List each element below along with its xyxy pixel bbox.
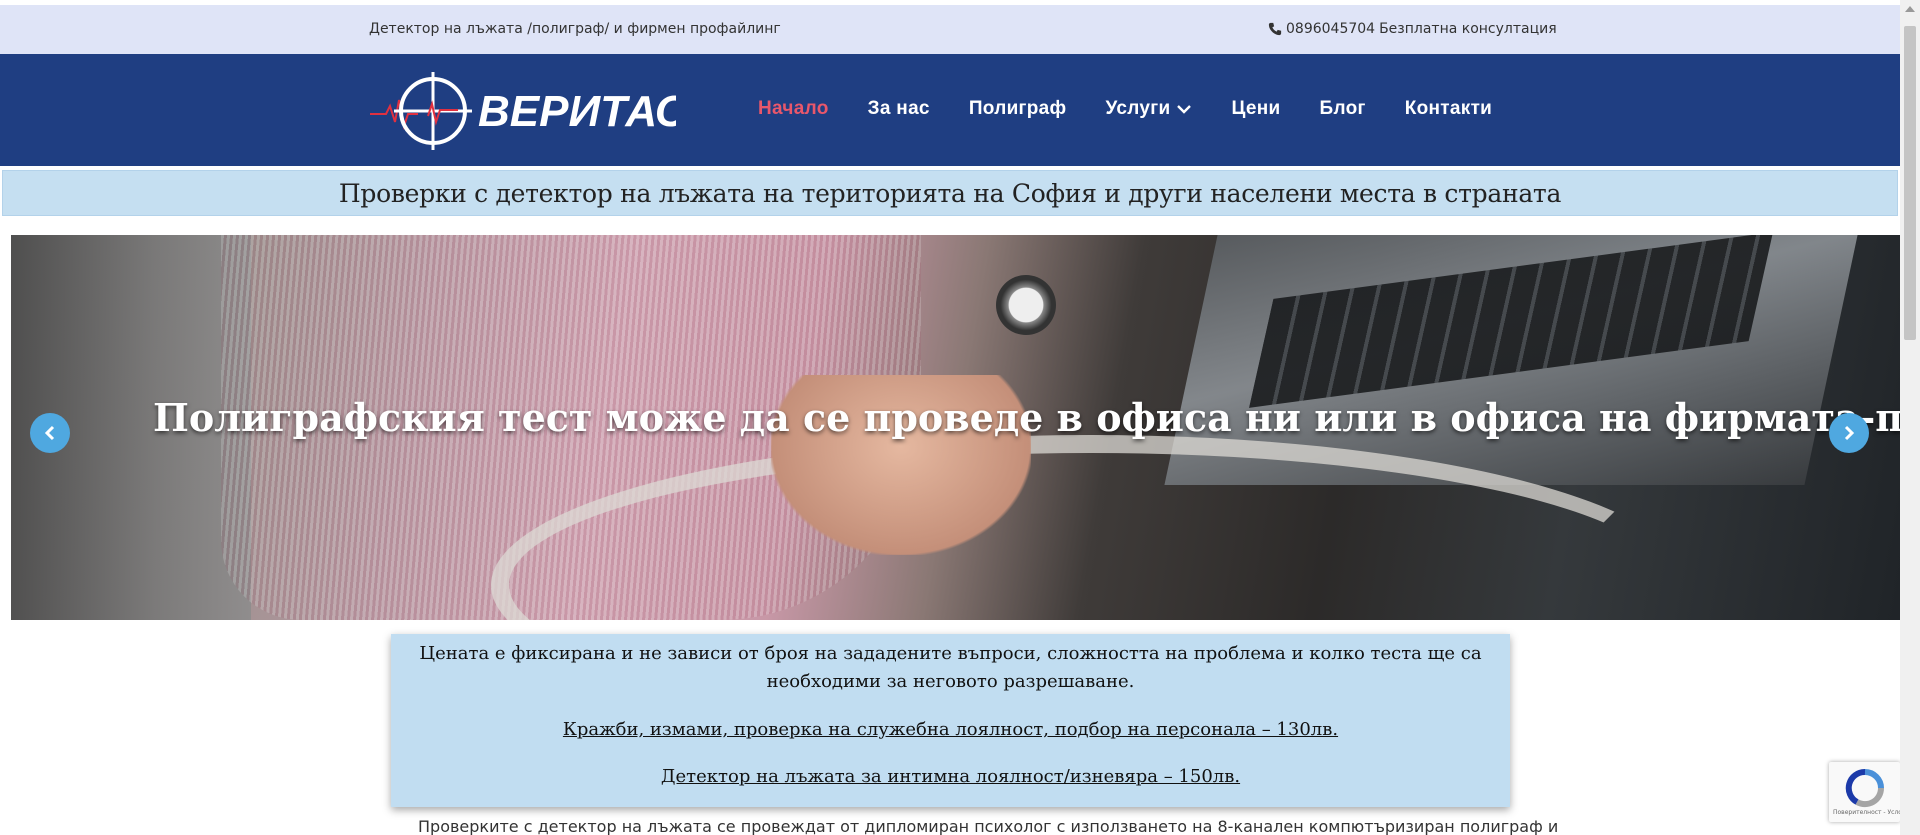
consultation-label: Безплатна консултация xyxy=(1379,21,1557,37)
intro-paragraph: Проверките с детектор на лъжата се прове… xyxy=(418,817,1559,835)
chevron-left-icon xyxy=(44,425,55,441)
nav-item-blog[interactable]: Блог xyxy=(1320,98,1366,120)
nav-item-prices[interactable]: Цени xyxy=(1231,98,1280,120)
site-logo[interactable]: ВЕРИТАС+ xyxy=(368,70,676,152)
headline-banner: Проверки с детектор на лъжата на територ… xyxy=(2,170,1898,216)
contact-info[interactable]: 0896045704 Безплатна консултация xyxy=(1268,21,1557,37)
pricing-line-theft[interactable]: Кражби, измами, проверка на служебна лоя… xyxy=(405,716,1496,744)
slide-caption: Полиграфския тест може да се проведе в о… xyxy=(153,395,1900,440)
top-info-bar: Детектор на лъжата /полиграф/ и фирмен п… xyxy=(0,5,1900,54)
svg-text:ВЕРИТАС+: ВЕРИТАС+ xyxy=(478,87,676,136)
pricing-box: Цената е фиксирана и не зависи от броя н… xyxy=(391,634,1510,807)
pricing-intro: Цената е фиксирана и не зависи от броя н… xyxy=(419,643,1482,692)
scroll-thumb[interactable] xyxy=(1904,26,1916,340)
main-header: ВЕРИТАС+ Начало За нас Полиграф Услуги Ц… xyxy=(0,54,1900,166)
tagline: Детектор на лъжата /полиграф/ и фирмен п… xyxy=(369,21,781,37)
nav-item-services[interactable]: Услуги xyxy=(1105,98,1192,120)
nav-item-about[interactable]: За нас xyxy=(868,98,930,120)
main-nav: Начало За нас Полиграф Услуги Цени Блог … xyxy=(758,98,1531,120)
slider-next-button[interactable] xyxy=(1829,413,1869,453)
nav-item-contacts[interactable]: Контакти xyxy=(1405,98,1492,120)
recaptcha-badge[interactable]: Поверителност - Условия xyxy=(1829,762,1913,822)
nav-item-home[interactable]: Начало xyxy=(758,98,829,120)
slider-prev-button[interactable] xyxy=(30,413,70,453)
banner-text: Проверки с детектор на лъжата на територ… xyxy=(338,178,1562,208)
scrollbar[interactable] xyxy=(1900,0,1920,835)
hero-slider[interactable]: Полиграфския тест може да се проведе в о… xyxy=(11,235,1900,620)
pricing-line-intimate[interactable]: Детектор на лъжата за интимна лоялност/и… xyxy=(405,763,1496,791)
recaptcha-icon xyxy=(1845,768,1885,808)
phone-number[interactable]: 0896045704 xyxy=(1286,21,1375,37)
scroll-up-icon[interactable] xyxy=(1905,6,1915,12)
phone-icon xyxy=(1268,22,1282,36)
chevron-down-icon xyxy=(1177,105,1192,114)
nav-item-polygraph[interactable]: Полиграф xyxy=(969,98,1067,120)
chevron-right-icon xyxy=(1844,425,1855,441)
slide-image-watch xyxy=(996,275,1056,335)
